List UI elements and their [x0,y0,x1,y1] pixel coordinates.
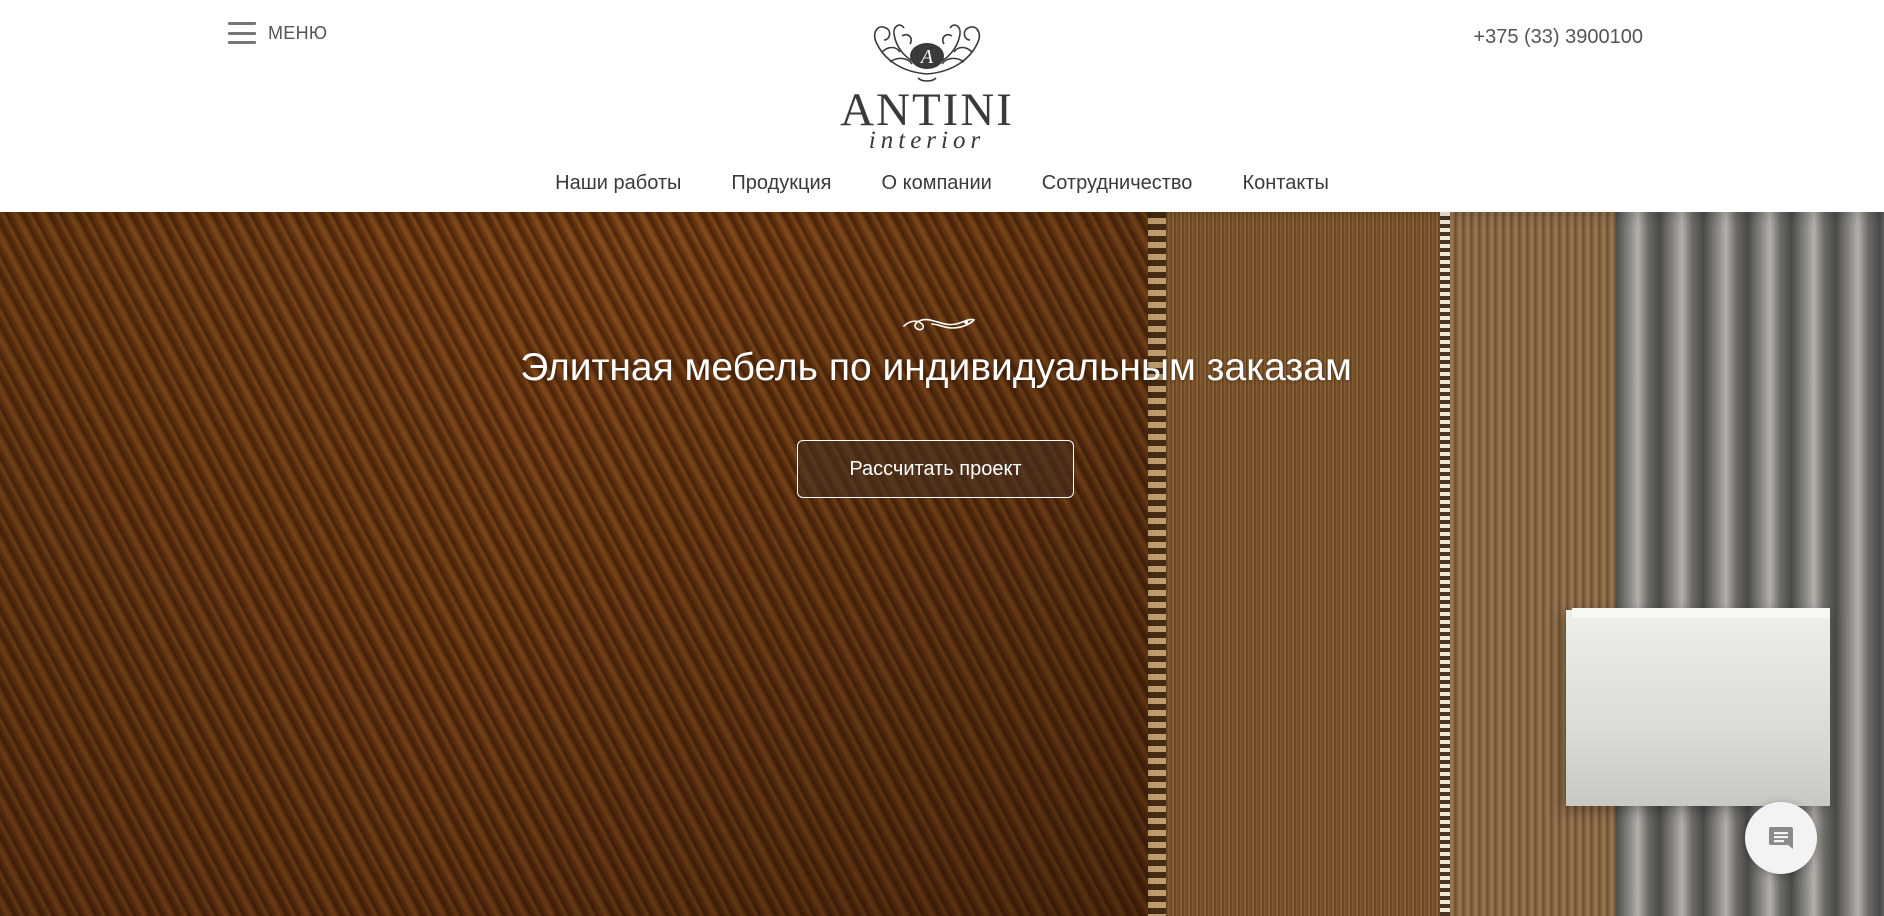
nav-item-cooperation[interactable]: Сотрудничество [1042,172,1193,195]
menu-toggle-button[interactable]: МЕНЮ [228,20,327,46]
menu-label[interactable]: МЕНЮ [268,23,327,44]
nav-item-about[interactable]: О компании [881,172,991,195]
main-nav: Наши работы Продукция О компании Сотрудн… [0,172,1884,195]
site-logo[interactable]: A ANTINI interior [832,16,1022,156]
nav-item-contacts[interactable]: Контакты [1242,172,1328,195]
logo-monogram: A [919,46,934,68]
hero-content: Элитная мебель по индивидуальным заказам… [0,212,1884,916]
logo-ornament-icon: A [873,24,981,82]
nav-item-products[interactable]: Продукция [731,172,831,195]
nav-item-our-works[interactable]: Наши работы [555,172,681,195]
hero-section: Элитная мебель по индивидуальным заказам… [0,212,1884,916]
phone-link[interactable]: +375 (33) 3900100 [1473,26,1643,49]
site-header: МЕНЮ A ANTINI interior +375 (33) 3900100 [0,0,1884,212]
hero-title: Элитная мебель по индивидуальным заказам [520,346,1352,389]
chat-message-icon [1769,827,1793,849]
calculate-project-button[interactable]: Рассчитать проект [797,440,1074,498]
flourish-ornament-icon [903,318,976,331]
hamburger-menu-icon[interactable] [228,20,256,46]
chat-widget-button[interactable] [1745,802,1817,874]
logo-name: ANTINI [840,84,1014,136]
